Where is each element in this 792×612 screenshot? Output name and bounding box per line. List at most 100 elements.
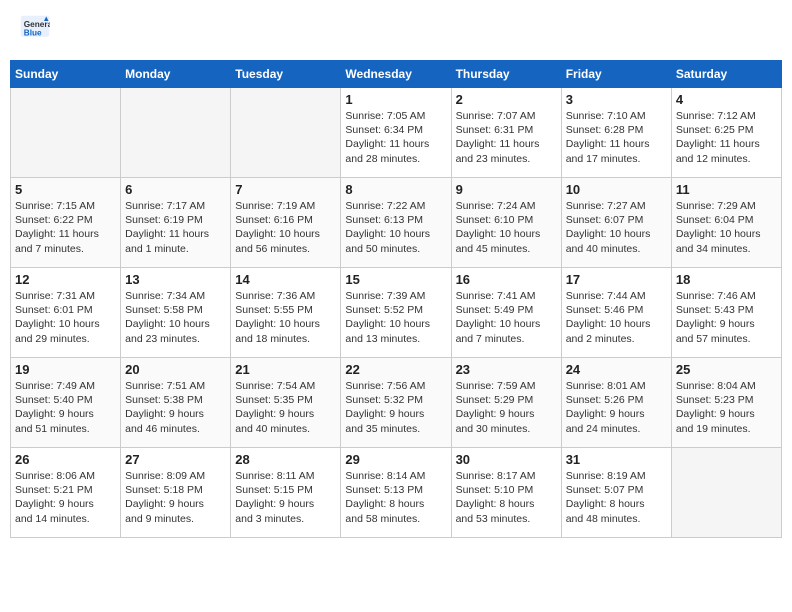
calendar-cell: 16 Sunrise: 7:41 AMSunset: 5:49 PMDayligh… [451, 268, 561, 358]
day-number: 10 [566, 182, 667, 197]
calendar-cell [231, 88, 341, 178]
day-info: Sunrise: 7:39 AMSunset: 5:52 PMDaylight:… [345, 289, 446, 346]
calendar-cell: 7Sunrise: 7:19 AMSunset: 6:16 PMDaylight… [231, 178, 341, 268]
day-info: Sunrise: 8:11 AMSunset: 5:15 PMDaylight:… [235, 469, 336, 526]
day-info: Sunrise: 8:06 AMSunset: 5:21 PMDaylight:… [15, 469, 116, 526]
day-info: Sunrise: 7:29 AMSunset: 6:04 PMDaylight:… [676, 199, 777, 256]
calendar-cell: 27Sunrise: 8:09 AMSunset: 5:18 PMDayligh… [121, 448, 231, 538]
day-info: Sunrise: 7:05 AMSunset: 6:34 PMDaylight:… [345, 109, 446, 166]
calendar-cell: 28 Sunrise: 8:11 AMSunset: 5:15 PMDayligh… [231, 448, 341, 538]
day-number: 31 [566, 452, 667, 467]
day-number: 15 [345, 272, 446, 287]
calendar-cell: 24Sunrise: 8:01 AMSunset: 5:26 PMDayligh… [561, 358, 671, 448]
day-info: Sunrise: 7:22 AMSunset: 6:13 PMDaylight:… [345, 199, 446, 256]
day-info: Sunrise: 7:36 AMSunset: 5:55 PMDaylight:… [235, 289, 336, 346]
svg-text:Blue: Blue [24, 28, 42, 37]
calendar-cell: 18 Sunrise: 7:46 AMSunset: 5:43 PMDayligh… [671, 268, 781, 358]
day-number: 2 [456, 92, 557, 107]
day-number: 23 [456, 362, 557, 377]
day-number: 28 [235, 452, 336, 467]
calendar-cell [671, 448, 781, 538]
day-info: Sunrise: 8:01 AMSunset: 5:26 PMDaylight:… [566, 379, 667, 436]
day-number: 29 [345, 452, 446, 467]
day-number: 25 [676, 362, 777, 377]
day-info: Sunrise: 7:24 AMSunset: 6:10 PMDaylight:… [456, 199, 557, 256]
weekday-header-friday: Friday [561, 61, 671, 88]
day-number: 16 [456, 272, 557, 287]
day-info: Sunrise: 7:10 AMSunset: 6:28 PMDaylight:… [566, 109, 667, 166]
day-number: 11 [676, 182, 777, 197]
day-info: Sunrise: 7:19 AMSunset: 6:16 PMDaylight:… [235, 199, 336, 256]
day-number: 20 [125, 362, 226, 377]
day-info: Sunrise: 8:19 AMSunset: 5:07 PMDaylight:… [566, 469, 667, 526]
day-info: Sunrise: 7:56 AMSunset: 5:32 PMDaylight:… [345, 379, 446, 436]
calendar-week-4: 19 Sunrise: 7:49 AMSunset: 5:40 PMDayligh… [11, 358, 782, 448]
calendar-cell: 20 Sunrise: 7:51 AMSunset: 5:38 PMDayligh… [121, 358, 231, 448]
calendar-cell: 25 Sunrise: 8:04 AMSunset: 5:23 PMDayligh… [671, 358, 781, 448]
day-info: Sunrise: 8:09 AMSunset: 5:18 PMDaylight:… [125, 469, 226, 526]
day-number: 9 [456, 182, 557, 197]
calendar-cell [11, 88, 121, 178]
weekday-header-thursday: Thursday [451, 61, 561, 88]
day-info: Sunrise: 7:17 AMSunset: 6:19 PMDaylight:… [125, 199, 226, 256]
calendar-cell: 13 Sunrise: 7:34 AMSunset: 5:58 PMDayligh… [121, 268, 231, 358]
day-info: Sunrise: 8:14 AMSunset: 5:13 PMDaylight:… [345, 469, 446, 526]
day-info: Sunrise: 7:44 AMSunset: 5:46 PMDaylight:… [566, 289, 667, 346]
day-number: 22 [345, 362, 446, 377]
day-number: 19 [15, 362, 116, 377]
calendar-cell: 1 Sunrise: 7:05 AMSunset: 6:34 PMDaylight… [341, 88, 451, 178]
day-info: Sunrise: 8:04 AMSunset: 5:23 PMDaylight:… [676, 379, 777, 436]
day-info: Sunrise: 7:07 AMSunset: 6:31 PMDaylight:… [456, 109, 557, 166]
calendar-body: 1 Sunrise: 7:05 AMSunset: 6:34 PMDaylight… [11, 88, 782, 538]
calendar-cell [121, 88, 231, 178]
day-number: 5 [15, 182, 116, 197]
day-info: Sunrise: 7:31 AMSunset: 6:01 PMDaylight:… [15, 289, 116, 346]
calendar-week-1: 1 Sunrise: 7:05 AMSunset: 6:34 PMDaylight… [11, 88, 782, 178]
weekday-header-monday: Monday [121, 61, 231, 88]
day-info: Sunrise: 7:12 AMSunset: 6:25 PMDaylight:… [676, 109, 777, 166]
day-number: 18 [676, 272, 777, 287]
calendar-cell: 5Sunrise: 7:15 AMSunset: 6:22 PMDaylight… [11, 178, 121, 268]
day-number: 12 [15, 272, 116, 287]
calendar-week-3: 12 Sunrise: 7:31 AMSunset: 6:01 PMDayligh… [11, 268, 782, 358]
calendar-cell: 19 Sunrise: 7:49 AMSunset: 5:40 PMDayligh… [11, 358, 121, 448]
calendar-cell: 29 Sunrise: 8:14 AMSunset: 5:13 PMDayligh… [341, 448, 451, 538]
calendar-cell: 10Sunrise: 7:27 AMSunset: 6:07 PMDayligh… [561, 178, 671, 268]
weekday-header-tuesday: Tuesday [231, 61, 341, 88]
calendar-cell: 2 Sunrise: 7:07 AMSunset: 6:31 PMDaylight… [451, 88, 561, 178]
day-info: Sunrise: 7:34 AMSunset: 5:58 PMDaylight:… [125, 289, 226, 346]
calendar-header-row: SundayMondayTuesdayWednesdayThursdayFrid… [11, 61, 782, 88]
day-number: 30 [456, 452, 557, 467]
calendar-cell: 8Sunrise: 7:22 AMSunset: 6:13 PMDaylight… [341, 178, 451, 268]
calendar-cell: 4 Sunrise: 7:12 AMSunset: 6:25 PMDaylight… [671, 88, 781, 178]
calendar-cell: 23 Sunrise: 7:59 AMSunset: 5:29 PMDayligh… [451, 358, 561, 448]
calendar-cell: 31 Sunrise: 8:19 AMSunset: 5:07 PMDayligh… [561, 448, 671, 538]
weekday-header-sunday: Sunday [11, 61, 121, 88]
weekday-header-wednesday: Wednesday [341, 61, 451, 88]
day-info: Sunrise: 7:41 AMSunset: 5:49 PMDaylight:… [456, 289, 557, 346]
weekday-header-saturday: Saturday [671, 61, 781, 88]
calendar-cell: 21Sunrise: 7:54 AMSunset: 5:35 PMDayligh… [231, 358, 341, 448]
day-number: 6 [125, 182, 226, 197]
day-number: 13 [125, 272, 226, 287]
calendar-week-2: 5Sunrise: 7:15 AMSunset: 6:22 PMDaylight… [11, 178, 782, 268]
day-info: Sunrise: 7:46 AMSunset: 5:43 PMDaylight:… [676, 289, 777, 346]
day-number: 1 [345, 92, 446, 107]
day-number: 3 [566, 92, 667, 107]
logo-icon: General Blue [20, 15, 50, 45]
calendar-cell: 26Sunrise: 8:06 AMSunset: 5:21 PMDayligh… [11, 448, 121, 538]
day-number: 17 [566, 272, 667, 287]
day-info: Sunrise: 7:59 AMSunset: 5:29 PMDaylight:… [456, 379, 557, 436]
logo: General Blue [20, 15, 54, 45]
calendar-cell: 22 Sunrise: 7:56 AMSunset: 5:32 PMDayligh… [341, 358, 451, 448]
calendar-cell: 17 Sunrise: 7:44 AMSunset: 5:46 PMDayligh… [561, 268, 671, 358]
calendar-cell: 15 Sunrise: 7:39 AMSunset: 5:52 PMDayligh… [341, 268, 451, 358]
day-info: Sunrise: 7:49 AMSunset: 5:40 PMDaylight:… [15, 379, 116, 436]
calendar-cell: 11 Sunrise: 7:29 AMSunset: 6:04 PMDayligh… [671, 178, 781, 268]
day-info: Sunrise: 8:17 AMSunset: 5:10 PMDaylight:… [456, 469, 557, 526]
calendar-week-5: 26Sunrise: 8:06 AMSunset: 5:21 PMDayligh… [11, 448, 782, 538]
day-number: 4 [676, 92, 777, 107]
page-header: General Blue [10, 10, 782, 50]
day-info: Sunrise: 7:51 AMSunset: 5:38 PMDaylight:… [125, 379, 226, 436]
calendar-cell: 12 Sunrise: 7:31 AMSunset: 6:01 PMDayligh… [11, 268, 121, 358]
